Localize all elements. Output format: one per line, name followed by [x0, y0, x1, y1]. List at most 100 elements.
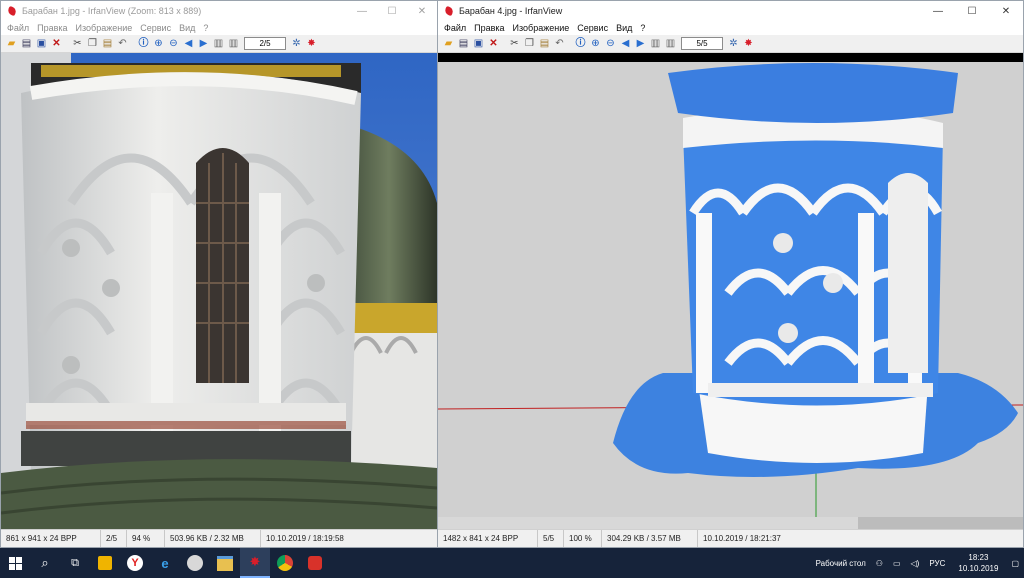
zoom-out-icon[interactable]: ⊖: [604, 37, 617, 50]
slideshow-icon[interactable]: ▤: [457, 37, 470, 50]
copy-icon[interactable]: ❐: [86, 37, 99, 50]
next-arrow-icon[interactable]: ▶: [634, 37, 647, 50]
open-folder-icon[interactable]: ▰: [442, 37, 455, 50]
delete-icon[interactable]: ✕: [50, 37, 63, 50]
delete-icon[interactable]: ✕: [487, 37, 500, 50]
zoom-in-icon[interactable]: ⊕: [152, 37, 165, 50]
menu-edit[interactable]: Правка: [33, 23, 71, 33]
menu-edit[interactable]: Правка: [470, 23, 508, 33]
zoom-in-icon[interactable]: ⊕: [589, 37, 602, 50]
minimize-button[interactable]: —: [921, 1, 955, 21]
clock-time: 18:23: [968, 553, 989, 562]
save-icon[interactable]: ▣: [472, 37, 485, 50]
chrome-icon[interactable]: [270, 548, 300, 578]
prev-arrow-icon[interactable]: ◀: [619, 37, 632, 50]
taskbar: ⌕ ⧉ Y e ✸ Рабочий стол ⚇ ▭ ◁) РУС 18:23 …: [0, 548, 1024, 578]
first-page-icon[interactable]: ▥: [649, 37, 662, 50]
first-page-icon[interactable]: ▥: [212, 37, 225, 50]
close-button[interactable]: ✕: [407, 1, 437, 21]
menu-help[interactable]: ?: [199, 23, 212, 33]
maximize-button[interactable]: ☐: [955, 1, 989, 21]
page-counter[interactable]: 5/5: [681, 37, 723, 50]
status-dimensions: 861 x 941 x 24 BPP: [1, 530, 101, 547]
cut-icon[interactable]: ✂: [71, 37, 84, 50]
yandex-browser-icon[interactable]: Y: [120, 548, 150, 578]
explorer-icon[interactable]: [210, 548, 240, 578]
zoom-out-icon[interactable]: ⊖: [167, 37, 180, 50]
page-counter[interactable]: 2/5: [244, 37, 286, 50]
status-filesize: 304.29 KB / 3.57 MB: [602, 530, 698, 547]
desktop-label[interactable]: Рабочий стол: [811, 559, 871, 568]
title-bar[interactable]: Барабан 4.jpg - IrfanView — ☐ ✕: [438, 1, 1023, 21]
window-title: Барабан 1.jpg - IrfanView (Zoom: 813 x 8…: [22, 6, 202, 16]
irfanview-icon[interactable]: ✸: [742, 37, 755, 50]
close-button[interactable]: ✕: [989, 1, 1023, 21]
info-icon[interactable]: ⓘ: [137, 37, 150, 50]
paste-icon[interactable]: ▤: [101, 37, 114, 50]
settings-icon[interactable]: ✲: [727, 37, 740, 50]
menu-options[interactable]: Сервис: [136, 23, 175, 33]
menu-options[interactable]: Сервис: [573, 23, 612, 33]
prev-arrow-icon[interactable]: ◀: [182, 37, 195, 50]
volume-icon[interactable]: ◁): [906, 559, 925, 568]
menu-image[interactable]: Изображение: [509, 23, 574, 33]
undo-icon[interactable]: ↶: [116, 37, 129, 50]
status-date: 10.10.2019 / 18:19:58: [266, 534, 344, 543]
irfanview-icon[interactable]: ✸: [305, 37, 318, 50]
status-filesize: 503.96 KB / 2.32 MB: [165, 530, 261, 547]
menu-bar: Файл Правка Изображение Сервис Вид ?: [1, 21, 437, 35]
file-manager-icon[interactable]: [90, 548, 120, 578]
language-indicator[interactable]: РУС: [924, 559, 950, 568]
status-zoom: 94 %: [127, 530, 165, 547]
menu-file[interactable]: Файл: [3, 23, 33, 33]
system-tray: Рабочий стол ⚇ ▭ ◁) РУС 18:23 10.10.2019…: [811, 548, 1024, 578]
status-dimensions: 1482 x 841 x 24 BPP: [438, 530, 538, 547]
search-icon[interactable]: ⌕: [30, 548, 60, 578]
paste-icon[interactable]: ▤: [538, 37, 551, 50]
clock-date: 10.10.2019: [958, 564, 999, 573]
info-icon[interactable]: ⓘ: [574, 37, 587, 50]
cut-icon[interactable]: ✂: [508, 37, 521, 50]
menu-help[interactable]: ?: [636, 23, 649, 33]
last-page-icon[interactable]: ▥: [227, 37, 240, 50]
media-player-icon[interactable]: [180, 548, 210, 578]
3d-model-render: [438, 62, 1023, 530]
next-arrow-icon[interactable]: ▶: [197, 37, 210, 50]
irfanview-app-icon: [7, 6, 17, 16]
windows-logo-icon: [8, 556, 22, 570]
network-icon[interactable]: ▭: [888, 559, 906, 568]
task-view-icon[interactable]: ⧉: [60, 548, 90, 578]
image-viewport[interactable]: [438, 53, 1023, 530]
save-icon[interactable]: ▣: [35, 37, 48, 50]
status-page: 2/5: [101, 530, 127, 547]
settings-icon[interactable]: ✲: [290, 37, 303, 50]
menu-bar: Файл Правка Изображение Сервис Вид ?: [438, 21, 1023, 35]
open-folder-icon[interactable]: ▰: [5, 37, 18, 50]
people-icon[interactable]: ⚇: [871, 559, 888, 568]
church-drum-photo: [1, 53, 437, 530]
slideshow-icon[interactable]: ▤: [20, 37, 33, 50]
title-bar[interactable]: Барабан 1.jpg - IrfanView (Zoom: 813 x 8…: [1, 1, 437, 21]
notifications-icon[interactable]: ▢: [1006, 559, 1024, 568]
irfanview-taskbar-icon[interactable]: ✸: [240, 548, 270, 578]
status-bar: 1482 x 841 x 24 BPP 5/5 100 % 304.29 KB …: [438, 529, 1023, 547]
copy-icon[interactable]: ❐: [523, 37, 536, 50]
menu-file[interactable]: Файл: [440, 23, 470, 33]
app-icon[interactable]: [300, 548, 330, 578]
start-button[interactable]: [0, 548, 30, 578]
clock[interactable]: 18:23 10.10.2019: [950, 552, 1006, 574]
maximize-button[interactable]: ☐: [377, 1, 407, 21]
menu-view[interactable]: Вид: [175, 23, 199, 33]
toolbar: ▰ ▤ ▣ ✕ ✂ ❐ ▤ ↶ ⓘ ⊕ ⊖ ◀ ▶ ▥ ▥ 2/5 ✲ ✸: [1, 35, 437, 53]
undo-icon[interactable]: ↶: [553, 37, 566, 50]
minimize-button[interactable]: —: [347, 1, 377, 21]
status-date: 10.10.2019 / 18:21:37: [703, 534, 781, 543]
status-zoom: 100 %: [564, 530, 602, 547]
last-page-icon[interactable]: ▥: [664, 37, 677, 50]
edge-icon[interactable]: e: [150, 548, 180, 578]
irfanview-window-1: Барабан 1.jpg - IrfanView (Zoom: 813 x 8…: [0, 0, 438, 548]
menu-image[interactable]: Изображение: [72, 23, 137, 33]
image-viewport[interactable]: [1, 53, 437, 530]
status-bar: 861 x 941 x 24 BPP 2/5 94 % 503.96 KB / …: [1, 529, 437, 547]
menu-view[interactable]: Вид: [612, 23, 636, 33]
